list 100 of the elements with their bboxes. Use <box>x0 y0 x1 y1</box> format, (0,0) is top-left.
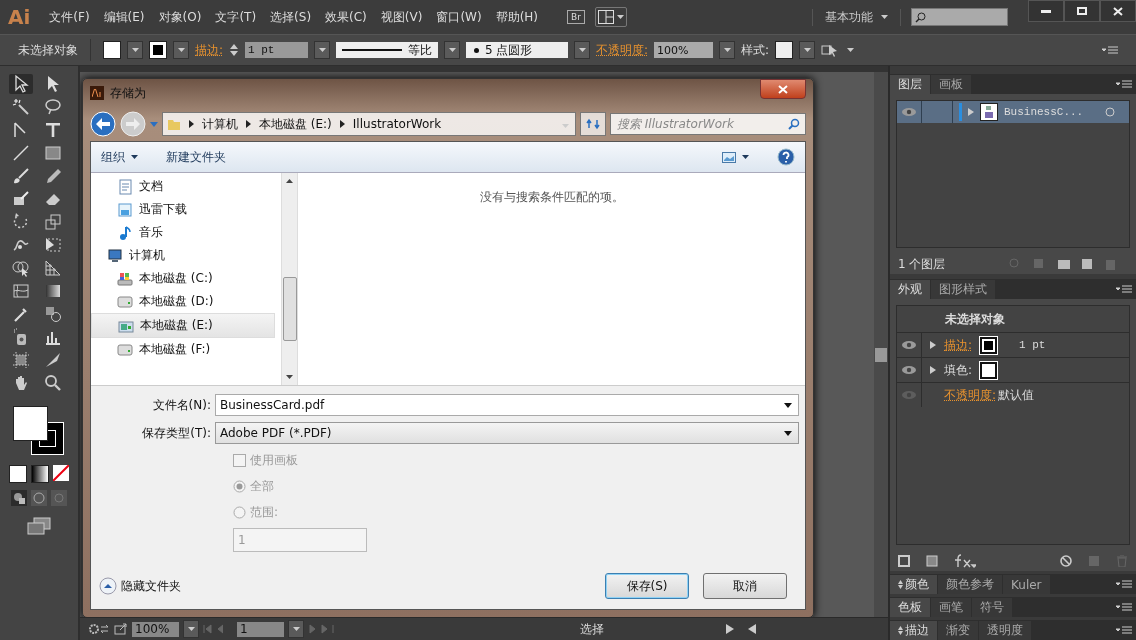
scrollbar-thumb[interactable] <box>283 277 297 341</box>
layer-row[interactable]: BusinessC... <box>897 101 1129 123</box>
panel-tab[interactable]: 图形样式 <box>931 280 995 299</box>
artboard-field[interactable]: 1 <box>237 621 284 637</box>
nav-item[interactable]: 文档 <box>91 175 275 198</box>
hide-folders-toggle[interactable]: 隐藏文件夹 <box>99 577 181 595</box>
maximize-button[interactable] <box>1064 0 1100 22</box>
arrange-documents-button[interactable] <box>594 7 627 27</box>
scrollbar-thumb[interactable] <box>875 348 887 362</box>
menu-item[interactable]: 对象(O) <box>151 4 209 30</box>
new-folder-button[interactable]: 新建文件夹 <box>166 148 226 166</box>
panel-tab[interactable]: 图层 <box>890 75 930 94</box>
target-circle-icon[interactable] <box>1105 107 1115 117</box>
stepper-icon[interactable] <box>229 42 240 58</box>
fx-icon[interactable] <box>954 554 976 568</box>
search-icon[interactable] <box>788 118 800 130</box>
save-type-select[interactable]: Adobe PDF (*.PDF) <box>215 422 799 444</box>
selection-arrow-tool[interactable] <box>9 74 33 94</box>
menu-item[interactable]: 编辑(E) <box>96 4 152 30</box>
nav-item[interactable]: 本地磁盘 (E:) <box>91 313 275 338</box>
address-bar[interactable]: 计算机 本地磁盘 (E:) IllustratorWork <box>162 112 576 136</box>
panel-menu-icon[interactable] <box>1116 603 1132 611</box>
panel-tab[interactable]: 外观 <box>890 280 930 299</box>
scroll-left-icon[interactable] <box>748 624 756 634</box>
nav-item[interactable]: 计算机 <box>91 244 275 267</box>
stroke-profile-select[interactable]: 等比 <box>336 42 439 58</box>
stroke-link[interactable]: 描边: <box>195 41 224 59</box>
menu-item[interactable]: 选择(S) <box>263 4 319 30</box>
eye-icon[interactable] <box>901 365 917 375</box>
panel-menu-icon[interactable] <box>1116 285 1132 293</box>
menu-item[interactable]: 文件(F) <box>42 4 97 30</box>
dropdown-button[interactable] <box>127 41 143 59</box>
eye-icon[interactable] <box>901 340 917 350</box>
dropdown-button[interactable] <box>314 41 331 59</box>
close-button[interactable] <box>1100 0 1136 22</box>
menu-item[interactable]: 帮助(H) <box>488 4 545 30</box>
breadcrumb-item[interactable]: 本地磁盘 (E:) <box>259 115 332 133</box>
refresh-button[interactable] <box>580 112 606 136</box>
panel-tab[interactable]: 画笔 <box>931 598 971 617</box>
dropdown-button[interactable] <box>444 41 461 59</box>
panel-menu-icon[interactable] <box>1116 80 1132 88</box>
breadcrumb-item[interactable]: 计算机 <box>202 115 238 133</box>
dropdown-button[interactable] <box>719 41 736 59</box>
search-field[interactable]: 搜索 IllustratorWork <box>610 113 806 135</box>
fill-swatch[interactable] <box>980 361 998 379</box>
clear-appearance-icon[interactable] <box>1060 555 1072 567</box>
nav-item[interactable]: 本地磁盘 (F:) <box>91 338 275 361</box>
panel-tab[interactable]: 颜色 <box>890 575 937 594</box>
play-icon[interactable] <box>726 624 734 634</box>
scroll-up-icon[interactable] <box>286 179 293 183</box>
minimize-button[interactable] <box>1028 0 1064 22</box>
layer-name[interactable]: BusinessC... <box>1004 106 1099 118</box>
screen-mode-icon[interactable] <box>27 517 51 535</box>
fill-stroke-swatches-drawing[interactable] <box>11 404 67 458</box>
gradient-mode-button[interactable] <box>31 465 49 483</box>
brush-select[interactable]: 5 点圆形 <box>466 42 569 58</box>
share-icon[interactable] <box>114 623 128 635</box>
settings-icon[interactable] <box>88 623 110 635</box>
expand-triangle-icon[interactable] <box>968 108 974 116</box>
menu-item[interactable]: 视图(V) <box>373 4 430 30</box>
current-tool-status[interactable]: 选择 <box>462 620 722 638</box>
color-mode-button[interactable] <box>9 465 27 483</box>
style-swatch[interactable] <box>775 41 794 59</box>
opacity-field[interactable]: 100% <box>654 42 714 58</box>
nav-item[interactable]: 本地磁盘 (D:) <box>91 290 275 313</box>
bridge-button[interactable]: Br <box>567 10 585 24</box>
expand-triangle-icon[interactable] <box>930 341 936 349</box>
panel-tab[interactable]: 透明度 <box>979 621 1031 640</box>
dropdown-button[interactable] <box>288 620 304 638</box>
breadcrumb-item[interactable]: IllustratorWork <box>352 117 442 131</box>
scroll-down-icon[interactable] <box>286 375 293 379</box>
panel-menu-icon[interactable] <box>1116 626 1132 634</box>
fill-swatch[interactable] <box>103 41 121 59</box>
draw-normal-icon[interactable] <box>11 490 27 506</box>
eye-icon[interactable] <box>901 107 917 117</box>
panel-tab[interactable]: Kuler <box>1003 575 1050 594</box>
expand-triangle-icon[interactable] <box>930 366 936 374</box>
dropdown-button[interactable] <box>173 41 189 59</box>
panel-tab[interactable]: 渐变 <box>938 621 978 640</box>
menu-item[interactable]: 窗口(W) <box>429 4 489 30</box>
panel-tab[interactable]: 颜色参考 <box>938 575 1002 594</box>
stroke-swatch[interactable] <box>149 41 167 59</box>
dropdown-button[interactable] <box>799 41 816 59</box>
none-mode-button[interactable] <box>53 465 69 481</box>
menu-item[interactable]: 效果(C) <box>318 4 374 30</box>
panel-tab[interactable]: 画板 <box>931 75 971 94</box>
organize-menu[interactable]: 组织 <box>101 148 138 166</box>
view-options-button[interactable] <box>722 151 749 163</box>
stroke-link[interactable]: 描边: <box>944 336 973 354</box>
opacity-link[interactable]: 不透明度: <box>944 386 997 404</box>
nav-item[interactable]: 音乐 <box>91 221 275 244</box>
back-button[interactable] <box>90 111 116 137</box>
add-stroke-icon[interactable] <box>898 555 910 567</box>
panel-menu-icon[interactable] <box>1116 580 1132 588</box>
panel-tab[interactable]: 符号 <box>972 598 1012 617</box>
add-fill-icon[interactable] <box>926 555 938 567</box>
stroke-swatch[interactable] <box>980 336 998 354</box>
panel-tab[interactable]: 描边 <box>890 621 937 640</box>
nav-item[interactable]: 迅雷下载 <box>91 198 275 221</box>
nav-item[interactable]: 本地磁盘 (C:) <box>91 267 275 290</box>
